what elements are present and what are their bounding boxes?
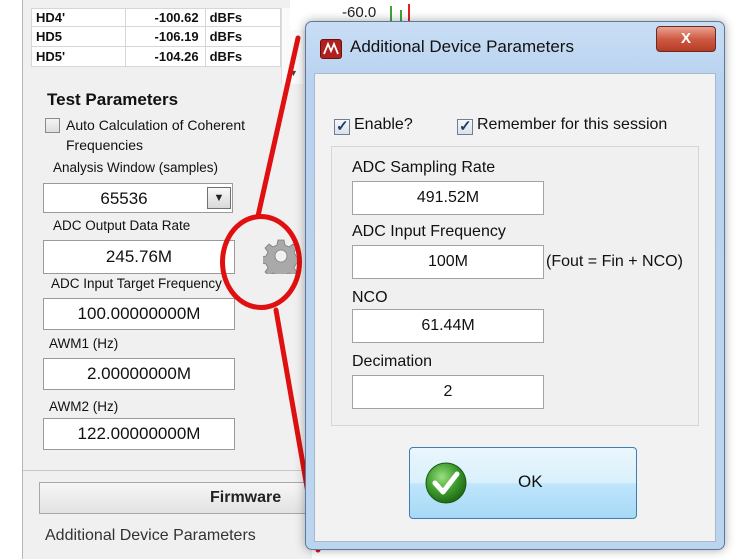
ok-button[interactable]: OK: [409, 447, 637, 519]
checkmark-icon: [425, 462, 467, 504]
app-icon: [320, 39, 342, 59]
sampling-rate-label: ADC Sampling Rate: [352, 159, 496, 176]
enable-checkbox[interactable]: [334, 117, 350, 135]
nco-label: NCO: [352, 289, 388, 306]
close-button[interactable]: X: [656, 26, 716, 52]
input-frequency-note: (Fout = Fin + NCO): [546, 253, 683, 270]
decimation-label: Decimation: [352, 353, 433, 370]
ok-label: OK: [518, 472, 543, 491]
additional-device-parameters-dialog: Additional Device Parameters X Enable? R…: [305, 21, 725, 550]
enable-label: Enable?: [354, 116, 413, 133]
remember-label: Remember for this session: [477, 116, 668, 133]
decimation-field[interactable]: 2: [352, 375, 544, 409]
parameters-group: ADC Sampling Rate 491.52M ADC Input Freq…: [331, 146, 699, 426]
remember-checkbox[interactable]: [457, 117, 473, 135]
dialog-title: Additional Device Parameters: [350, 37, 574, 56]
input-frequency-label: ADC Input Frequency: [352, 223, 506, 240]
input-frequency-field[interactable]: 100M: [352, 245, 544, 279]
sampling-rate-field[interactable]: 491.52M: [352, 181, 544, 215]
nco-field[interactable]: 61.44M: [352, 309, 544, 343]
dialog-body: Enable? Remember for this session ADC Sa…: [314, 73, 716, 542]
